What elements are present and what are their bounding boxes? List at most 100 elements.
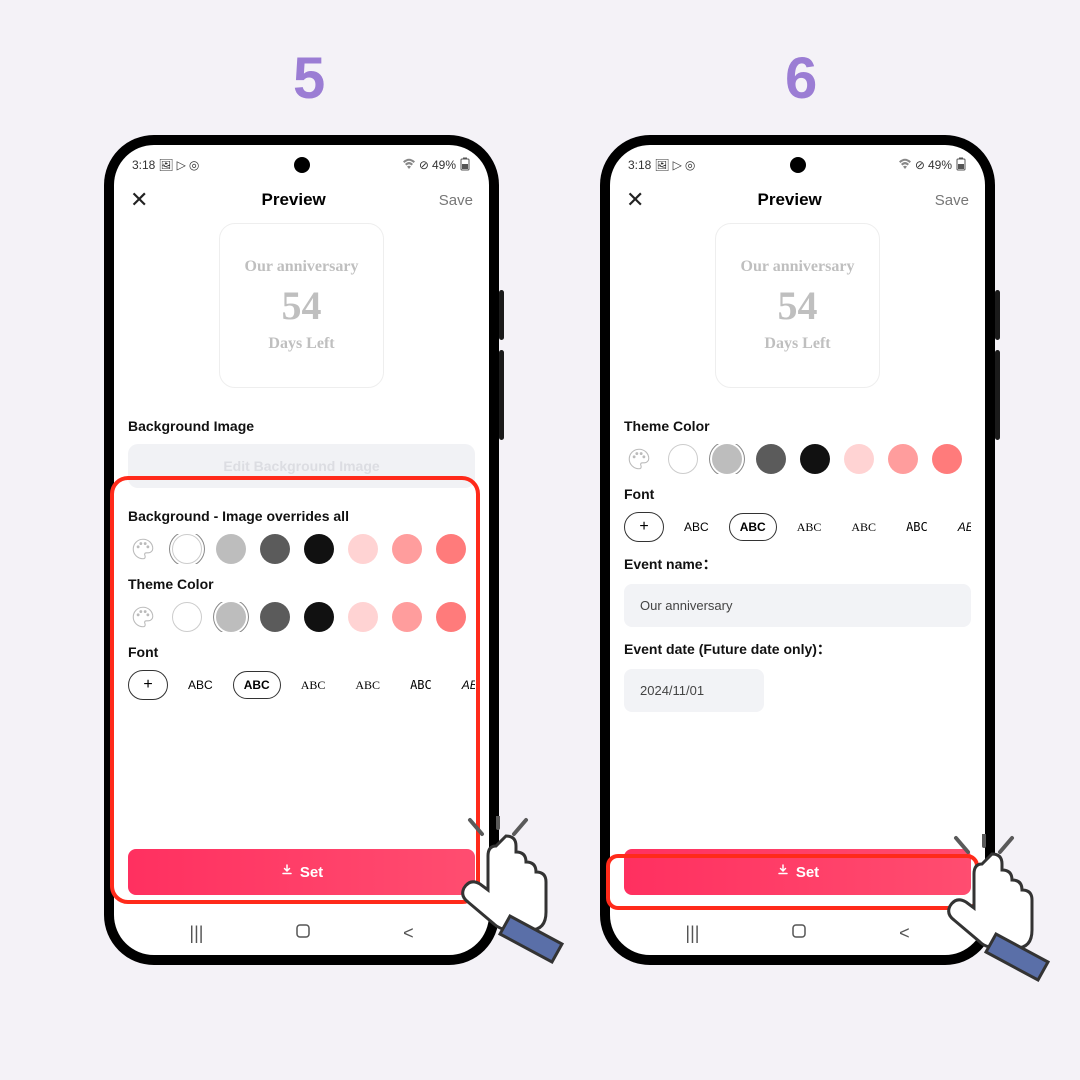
clock: 3:18 bbox=[132, 158, 155, 172]
target-icon: ◎ bbox=[189, 158, 199, 172]
theme-swatch-pink2[interactable] bbox=[392, 602, 422, 632]
clock: 3:18 bbox=[628, 158, 651, 172]
font-option[interactable]: ABC bbox=[291, 672, 336, 699]
bg-swatch-pink2[interactable] bbox=[392, 534, 422, 564]
page-title: Preview bbox=[261, 190, 325, 210]
theme-color-label: Theme Color bbox=[128, 576, 475, 592]
nav-recent-icon[interactable]: ||| bbox=[685, 923, 699, 944]
bg-swatch-pink1[interactable] bbox=[348, 534, 378, 564]
event-name-input[interactable]: Our anniversary bbox=[624, 584, 971, 627]
font-label: Font bbox=[128, 644, 475, 660]
theme-color-label: Theme Color bbox=[624, 418, 971, 434]
font-row: + ABC ABC ABC ABC ABC ABC bbox=[128, 670, 475, 700]
theme-swatch-lightgrey[interactable] bbox=[216, 602, 246, 632]
phone-5: 3:18 🖼 ▷ ◎ ⊘ 49% ✕ Preview Save Our bbox=[104, 135, 499, 965]
bg-swatch-white[interactable] bbox=[172, 534, 202, 564]
event-date-input[interactable]: 2024/11/01 bbox=[624, 669, 764, 712]
battery-icon bbox=[459, 157, 471, 174]
theme-swatch-pink1[interactable] bbox=[348, 602, 378, 632]
preview-unit: Days Left bbox=[764, 335, 830, 353]
nav-back-icon[interactable]: < bbox=[403, 923, 414, 944]
font-row: + ABC ABC ABC ABC ABC ABC bbox=[624, 512, 971, 542]
play-icon: ▷ bbox=[673, 158, 682, 172]
save-button[interactable]: Save bbox=[439, 192, 473, 209]
theme-color-row bbox=[624, 444, 971, 474]
palette-icon[interactable] bbox=[128, 602, 158, 632]
bg-swatch-black[interactable] bbox=[304, 534, 334, 564]
nav-home-icon[interactable] bbox=[294, 922, 312, 945]
theme-swatch-black[interactable] bbox=[304, 602, 334, 632]
bg-swatch-lightgrey[interactable] bbox=[216, 534, 246, 564]
theme-color-row bbox=[128, 602, 475, 632]
battery-icon bbox=[955, 157, 967, 174]
font-option[interactable]: ABC bbox=[452, 672, 475, 698]
bg-image-label: Background Image bbox=[128, 418, 475, 434]
palette-icon[interactable] bbox=[624, 444, 654, 474]
wifi-icon bbox=[402, 158, 416, 173]
add-font-button[interactable]: + bbox=[624, 512, 664, 542]
font-option[interactable]: ABC bbox=[948, 514, 971, 540]
photo-icon: 🖼 bbox=[654, 158, 669, 172]
font-option[interactable]: ABC bbox=[787, 514, 832, 541]
battery-text: 49% bbox=[432, 158, 456, 172]
font-option-selected[interactable]: ABC bbox=[233, 671, 281, 699]
bg-color-row bbox=[128, 534, 475, 564]
font-option[interactable]: ABC bbox=[178, 672, 223, 698]
front-camera bbox=[294, 157, 310, 173]
close-icon[interactable]: ✕ bbox=[626, 187, 644, 213]
preview-count: 54 bbox=[778, 282, 818, 329]
android-nav-bar: ||| < bbox=[610, 911, 985, 955]
save-button[interactable]: Save bbox=[935, 192, 969, 209]
nav-home-icon[interactable] bbox=[790, 922, 808, 945]
theme-swatch-lightgrey[interactable] bbox=[712, 444, 742, 474]
preview-event-title: Our anniversary bbox=[245, 258, 359, 276]
phone-6: 3:18 🖼 ▷ ◎ ⊘ 49% ✕ Preview Save Our bbox=[600, 135, 995, 965]
countdown-preview: Our anniversary 54 Days Left bbox=[715, 223, 880, 388]
set-button-label: Set bbox=[300, 864, 323, 881]
nav-back-icon[interactable]: < bbox=[899, 923, 910, 944]
side-button bbox=[995, 290, 1000, 340]
preview-count: 54 bbox=[282, 282, 322, 329]
set-button[interactable]: Set bbox=[128, 849, 475, 895]
step-number-6: 6 bbox=[785, 45, 817, 112]
font-option[interactable]: ABC bbox=[896, 514, 938, 540]
font-option[interactable]: ABC bbox=[841, 514, 886, 541]
target-icon: ◎ bbox=[685, 158, 695, 172]
download-icon bbox=[776, 863, 790, 881]
side-button bbox=[499, 290, 504, 340]
bg-swatch-coral[interactable] bbox=[436, 534, 466, 564]
add-font-button[interactable]: + bbox=[128, 670, 168, 700]
side-button bbox=[995, 350, 1000, 440]
font-option-selected[interactable]: ABC bbox=[729, 513, 777, 541]
theme-swatch-coral[interactable] bbox=[436, 602, 466, 632]
font-option[interactable]: ABC bbox=[674, 514, 719, 540]
battery-text: 49% bbox=[928, 158, 952, 172]
theme-swatch-coral[interactable] bbox=[932, 444, 962, 474]
font-label: Font bbox=[624, 486, 971, 502]
wifi-icon bbox=[898, 158, 912, 173]
photo-icon: 🖼 bbox=[158, 158, 173, 172]
event-name-label: Event name： bbox=[624, 554, 971, 574]
preview-event-title: Our anniversary bbox=[741, 258, 855, 276]
no-sim-icon: ⊘ bbox=[419, 158, 429, 172]
front-camera bbox=[790, 157, 806, 173]
font-option[interactable]: ABC bbox=[400, 672, 442, 698]
theme-swatch-black[interactable] bbox=[800, 444, 830, 474]
theme-swatch-darkgrey[interactable] bbox=[756, 444, 786, 474]
nav-recent-icon[interactable]: ||| bbox=[189, 923, 203, 944]
page-title: Preview bbox=[757, 190, 821, 210]
theme-swatch-pink1[interactable] bbox=[844, 444, 874, 474]
edit-bg-image-button[interactable]: Edit Background Image bbox=[128, 444, 475, 488]
theme-swatch-white[interactable] bbox=[668, 444, 698, 474]
close-icon[interactable]: ✕ bbox=[130, 187, 148, 213]
event-date-label: Event date (Future date only)： bbox=[624, 639, 971, 659]
preview-unit: Days Left bbox=[268, 335, 334, 353]
theme-swatch-white[interactable] bbox=[172, 602, 202, 632]
font-option[interactable]: ABC bbox=[345, 672, 390, 699]
palette-icon[interactable] bbox=[128, 534, 158, 564]
countdown-preview: Our anniversary 54 Days Left bbox=[219, 223, 384, 388]
bg-swatch-darkgrey[interactable] bbox=[260, 534, 290, 564]
set-button[interactable]: Set bbox=[624, 849, 971, 895]
theme-swatch-darkgrey[interactable] bbox=[260, 602, 290, 632]
theme-swatch-pink2[interactable] bbox=[888, 444, 918, 474]
